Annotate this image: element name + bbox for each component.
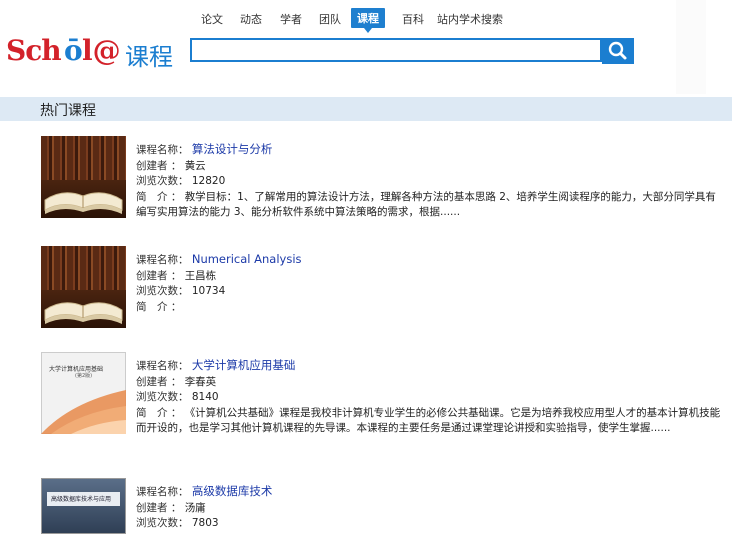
course-info: 课程名称： 高级数据库技术 创建者 ： 汤庸 浏览次数： 7803 (136, 484, 726, 532)
top-nav: 论文 动态 学者 团队 课程 百科 站内学术搜索 (0, 0, 732, 33)
views-value: 7803 (191, 517, 219, 529)
views-label: 浏览次数： (136, 285, 189, 297)
views-label: 浏览次数： (136, 391, 189, 403)
nav-item-papers[interactable]: 论文 (201, 11, 223, 27)
search-input[interactable] (190, 38, 602, 62)
section-title: 热门课程 (40, 103, 96, 119)
views-value: 10734 (191, 285, 226, 297)
book-icon[interactable] (41, 246, 126, 328)
logo-text-sch: Sch (6, 34, 62, 67)
logo-text-l-at: l@ (82, 34, 121, 67)
nav-item-courses[interactable]: 课程 (351, 8, 385, 33)
intro-label: 简 介 ： (136, 406, 182, 419)
textbook-cover-icon[interactable]: 高级数据库技术与应用 (41, 478, 126, 534)
course-name-link[interactable]: Numerical Analysis (192, 252, 302, 266)
creator-label: 创建者 ： (136, 501, 182, 514)
search-icon (608, 41, 627, 60)
views-label: 浏览次数： (136, 517, 189, 529)
nav-item-news[interactable]: 动态 (240, 11, 262, 27)
course-info: 课程名称： 大学计算机应用基础 创建者 ： 李春英 浏览次数： 8140 简 介… (136, 358, 726, 437)
course-name-label: 课程名称： (136, 254, 189, 266)
nav-item-teams[interactable]: 团队 (319, 11, 341, 27)
book-icon[interactable] (41, 136, 126, 218)
views-label: 浏览次数： (136, 175, 189, 187)
creator-value: 汤庸 (184, 501, 206, 514)
creator-value: 李春英 (184, 375, 217, 388)
views-value: 12820 (191, 175, 226, 187)
logo-text-courses: 课程 (125, 43, 173, 71)
course-name-label: 课程名称： (136, 360, 189, 372)
section-header: 热门课程 (0, 97, 732, 121)
creator-label: 创建者 ： (136, 375, 182, 388)
course-name-link[interactable]: 高级数据库技术 (192, 484, 273, 498)
course-info: 课程名称： 算法设计与分析 创建者 ： 黄云 浏览次数： 12820 简 介 ：… (136, 142, 726, 221)
course-name-label: 课程名称： (136, 144, 189, 156)
course-name-link[interactable]: 算法设计与分析 (192, 142, 273, 156)
cover-title: 高级数据库技术与应用 (51, 496, 112, 503)
intro-label: 简 介 ： (136, 300, 182, 313)
intro-label: 简 介 ： (136, 190, 182, 203)
course-name-label: 课程名称： (136, 486, 189, 498)
header-side-panel (676, 0, 706, 94)
cover-edition: (第2版) (75, 373, 93, 379)
nav-item-encyclopedia[interactable]: 百科 (402, 11, 424, 27)
search-button[interactable] (602, 38, 634, 64)
intro-value: 《计算机公共基础》课程是我校非计算机专业学生的必修公共基础课。它是为培养我校应用… (136, 406, 721, 435)
creator-value: 黄云 (184, 159, 206, 172)
creator-label: 创建者 ： (136, 159, 182, 172)
creator-value: 王昌栋 (184, 269, 217, 282)
course-info: 课程名称： Numerical Analysis 创建者 ： 王昌栋 浏览次数：… (136, 252, 726, 315)
intro-value: 教学目标：1、了解常用的算法设计方法，理解各种方法的基本思路 2、培养学生阅读程… (136, 190, 716, 219)
nav-item-site-search[interactable]: 站内学术搜索 (437, 11, 503, 27)
textbook-cover-icon[interactable]: 大学计算机应用基础 (第2版) (41, 352, 126, 434)
logo-text-o: ō (64, 34, 83, 67)
creator-label: 创建者 ： (136, 269, 182, 282)
views-value: 8140 (191, 391, 219, 403)
course-name-link[interactable]: 大学计算机应用基础 (192, 358, 296, 372)
nav-item-scholars[interactable]: 学者 (280, 11, 302, 27)
